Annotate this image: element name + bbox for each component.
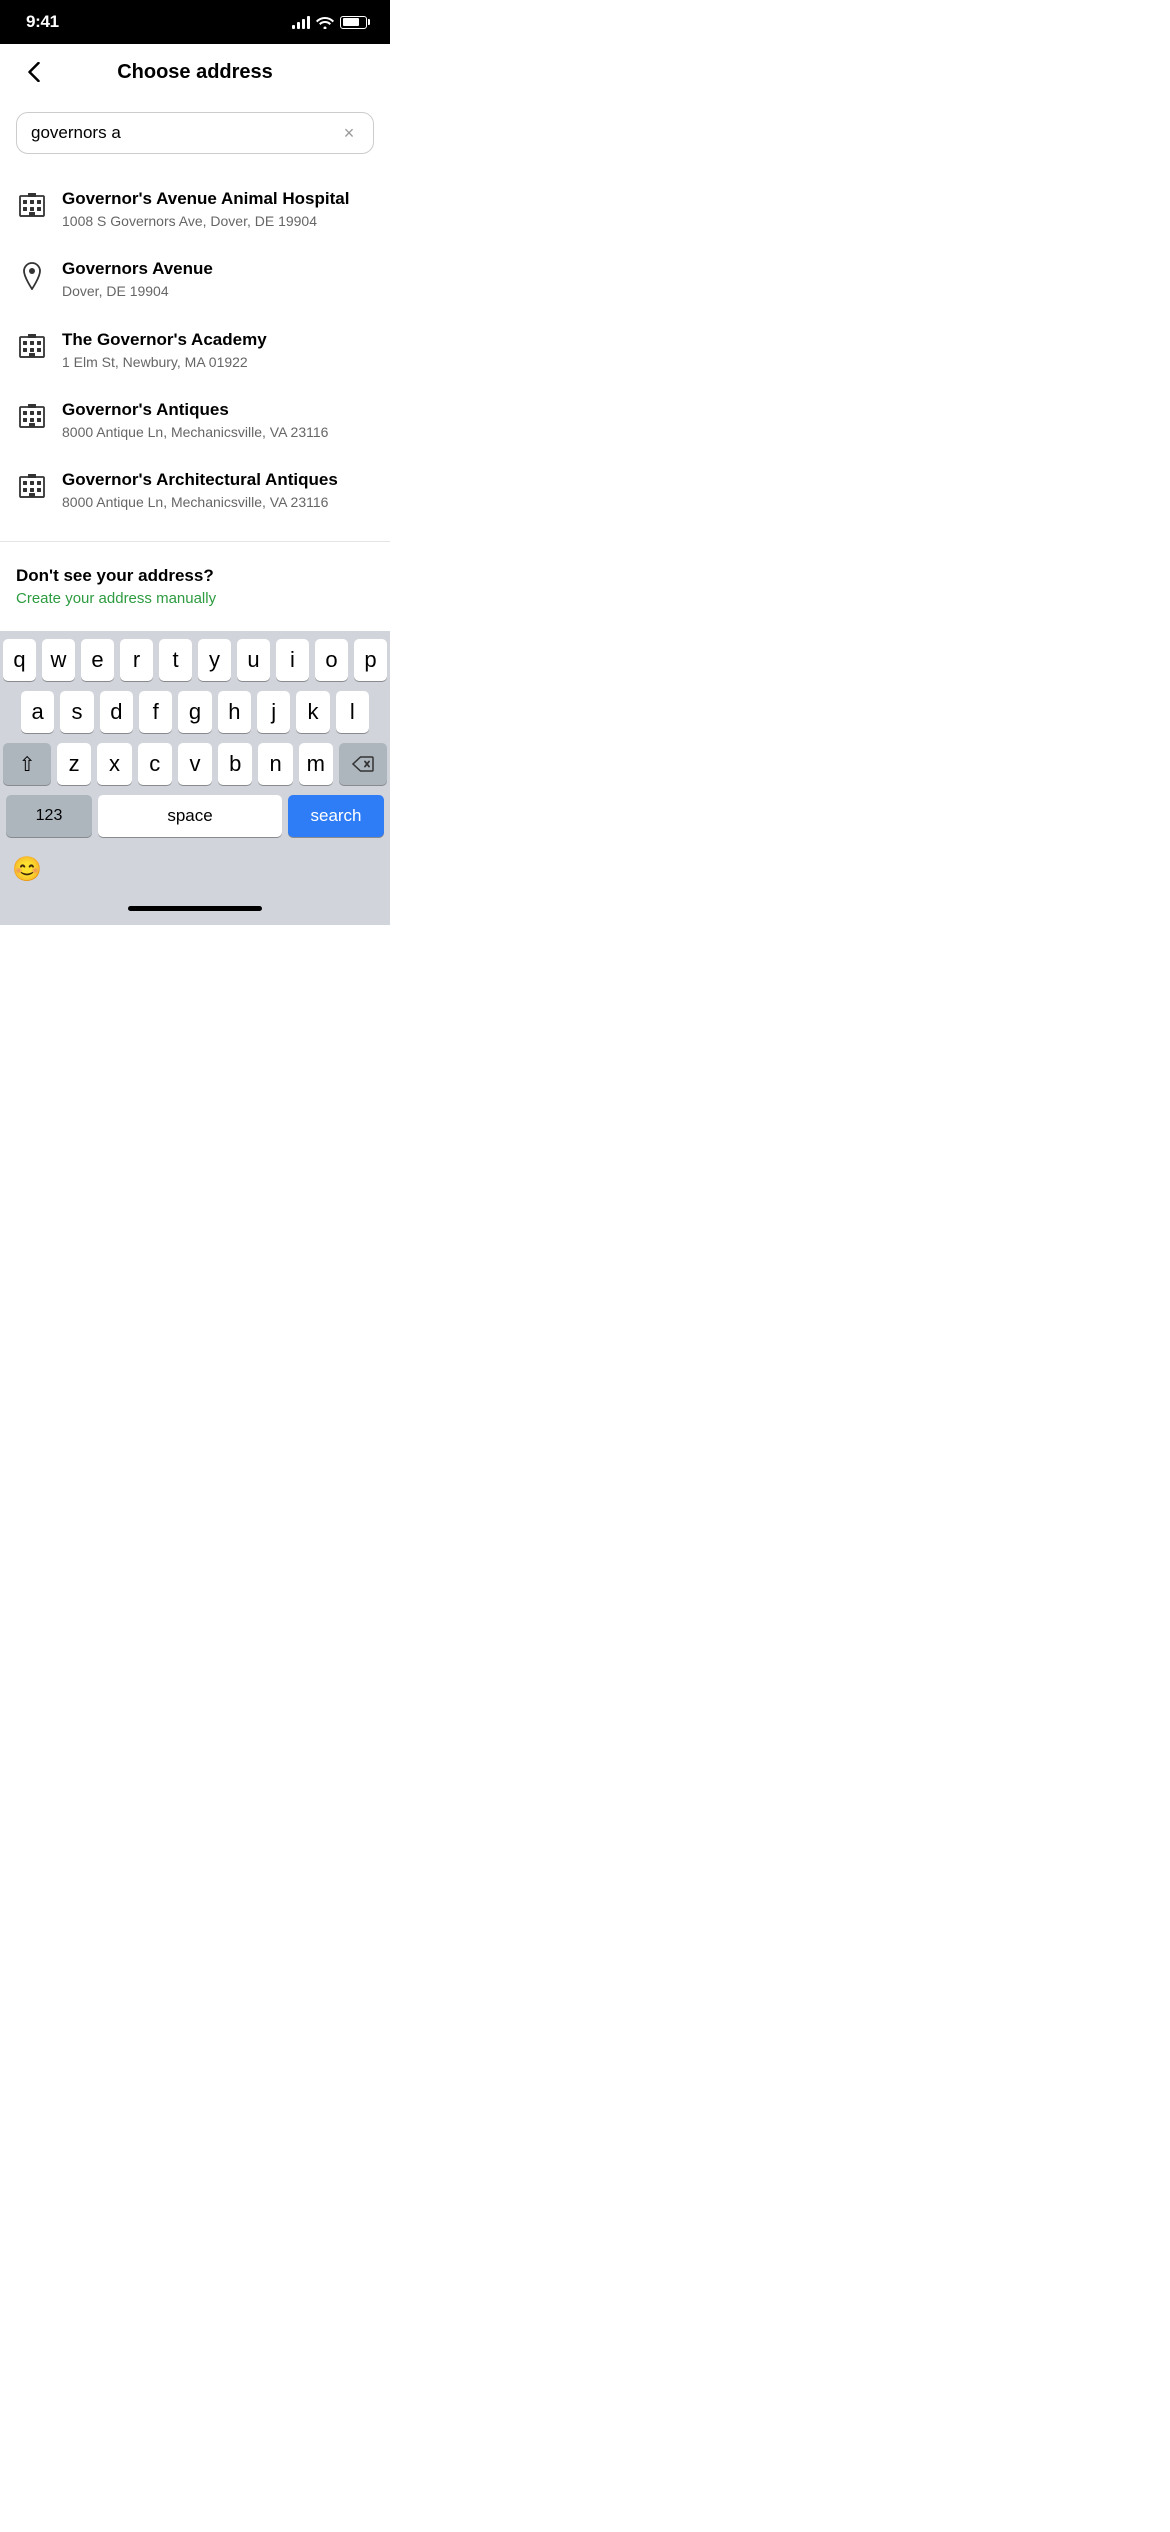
emoji-row: 😊: [0, 847, 390, 891]
backspace-key[interactable]: [339, 743, 387, 785]
result-text: The Governor's Academy 1 Elm St, Newbury…: [62, 329, 374, 371]
key-f[interactable]: f: [139, 691, 172, 733]
key-y[interactable]: y: [198, 639, 231, 681]
result-address: 8000 Antique Ln, Mechanicsville, VA 2311…: [62, 423, 374, 441]
building-icon: [16, 401, 48, 433]
back-button[interactable]: [16, 54, 52, 90]
result-item[interactable]: Governor's Architectural Antiques 8000 A…: [0, 455, 390, 525]
status-bar: 9:41: [0, 0, 390, 44]
key-a[interactable]: a: [21, 691, 54, 733]
key-h[interactable]: h: [218, 691, 251, 733]
home-bar: [128, 906, 262, 911]
key-z[interactable]: z: [57, 743, 91, 785]
numbers-key[interactable]: 123: [6, 795, 92, 837]
manual-address-link[interactable]: Create your address manually: [16, 590, 374, 607]
signal-icon: [292, 15, 310, 29]
result-text: Governors Avenue Dover, DE 19904: [62, 258, 374, 300]
building-icon: [16, 331, 48, 363]
emoji-button[interactable]: 😊: [12, 855, 42, 884]
nav-bar: Choose address: [0, 44, 390, 100]
key-x[interactable]: x: [97, 743, 131, 785]
battery-icon: [340, 16, 370, 29]
key-p[interactable]: p: [354, 639, 387, 681]
divider: [0, 541, 390, 542]
key-t[interactable]: t: [159, 639, 192, 681]
status-icons: [292, 15, 370, 29]
result-address: 1 Elm St, Newbury, MA 01922: [62, 353, 374, 371]
search-input[interactable]: [31, 123, 331, 143]
search-box: ×: [16, 112, 374, 154]
key-v[interactable]: v: [178, 743, 212, 785]
result-name: Governor's Antiques: [62, 399, 374, 421]
result-text: Governor's Avenue Animal Hospital 1008 S…: [62, 188, 374, 230]
key-d[interactable]: d: [100, 691, 133, 733]
result-item[interactable]: Governors Avenue Dover, DE 19904: [0, 244, 390, 314]
keyboard: q w e r t y u i o p a s d f g h j k l ⇧ …: [0, 631, 390, 847]
keyboard-row-3: ⇧ z x c v b n m: [3, 743, 387, 785]
key-j[interactable]: j: [257, 691, 290, 733]
result-name: Governors Avenue: [62, 258, 374, 280]
key-o[interactable]: o: [315, 639, 348, 681]
key-i[interactable]: i: [276, 639, 309, 681]
status-time: 9:41: [26, 12, 59, 32]
search-container: ×: [0, 100, 390, 166]
result-item[interactable]: Governor's Antiques 8000 Antique Ln, Mec…: [0, 385, 390, 455]
key-e[interactable]: e: [81, 639, 114, 681]
manual-title: Don't see your address?: [16, 566, 374, 586]
space-key[interactable]: space: [98, 795, 282, 837]
key-b[interactable]: b: [218, 743, 252, 785]
manual-address-section: Don't see your address? Create your addr…: [0, 550, 390, 627]
keyboard-bottom-row: 123 space search: [3, 795, 387, 837]
key-c[interactable]: c: [138, 743, 172, 785]
results-list: Governor's Avenue Animal Hospital 1008 S…: [0, 166, 390, 533]
building-icon: [16, 190, 48, 222]
key-k[interactable]: k: [296, 691, 329, 733]
key-r[interactable]: r: [120, 639, 153, 681]
result-name: Governor's Architectural Antiques: [62, 469, 374, 491]
key-w[interactable]: w: [42, 639, 75, 681]
building-icon: [16, 471, 48, 503]
result-text: Governor's Antiques 8000 Antique Ln, Mec…: [62, 399, 374, 441]
page-title: Choose address: [52, 61, 338, 84]
key-s[interactable]: s: [60, 691, 93, 733]
home-indicator: [0, 891, 390, 925]
wifi-icon: [316, 15, 334, 29]
result-text: Governor's Architectural Antiques 8000 A…: [62, 469, 374, 511]
result-address: 1008 S Governors Ave, Dover, DE 19904: [62, 212, 374, 230]
result-item[interactable]: The Governor's Academy 1 Elm St, Newbury…: [0, 315, 390, 385]
key-q[interactable]: q: [3, 639, 36, 681]
clear-button[interactable]: ×: [339, 123, 359, 143]
keyboard-row-2: a s d f g h j k l: [3, 691, 387, 733]
result-address: 8000 Antique Ln, Mechanicsville, VA 2311…: [62, 493, 374, 511]
result-item[interactable]: Governor's Avenue Animal Hospital 1008 S…: [0, 174, 390, 244]
shift-key[interactable]: ⇧: [3, 743, 51, 785]
result-name: Governor's Avenue Animal Hospital: [62, 188, 374, 210]
result-name: The Governor's Academy: [62, 329, 374, 351]
key-m[interactable]: m: [299, 743, 333, 785]
search-key[interactable]: search: [288, 795, 384, 837]
result-address: Dover, DE 19904: [62, 282, 374, 300]
key-g[interactable]: g: [178, 691, 211, 733]
key-l[interactable]: l: [336, 691, 369, 733]
pin-icon: [16, 260, 48, 292]
key-u[interactable]: u: [237, 639, 270, 681]
key-n[interactable]: n: [258, 743, 292, 785]
keyboard-row-1: q w e r t y u i o p: [3, 639, 387, 681]
